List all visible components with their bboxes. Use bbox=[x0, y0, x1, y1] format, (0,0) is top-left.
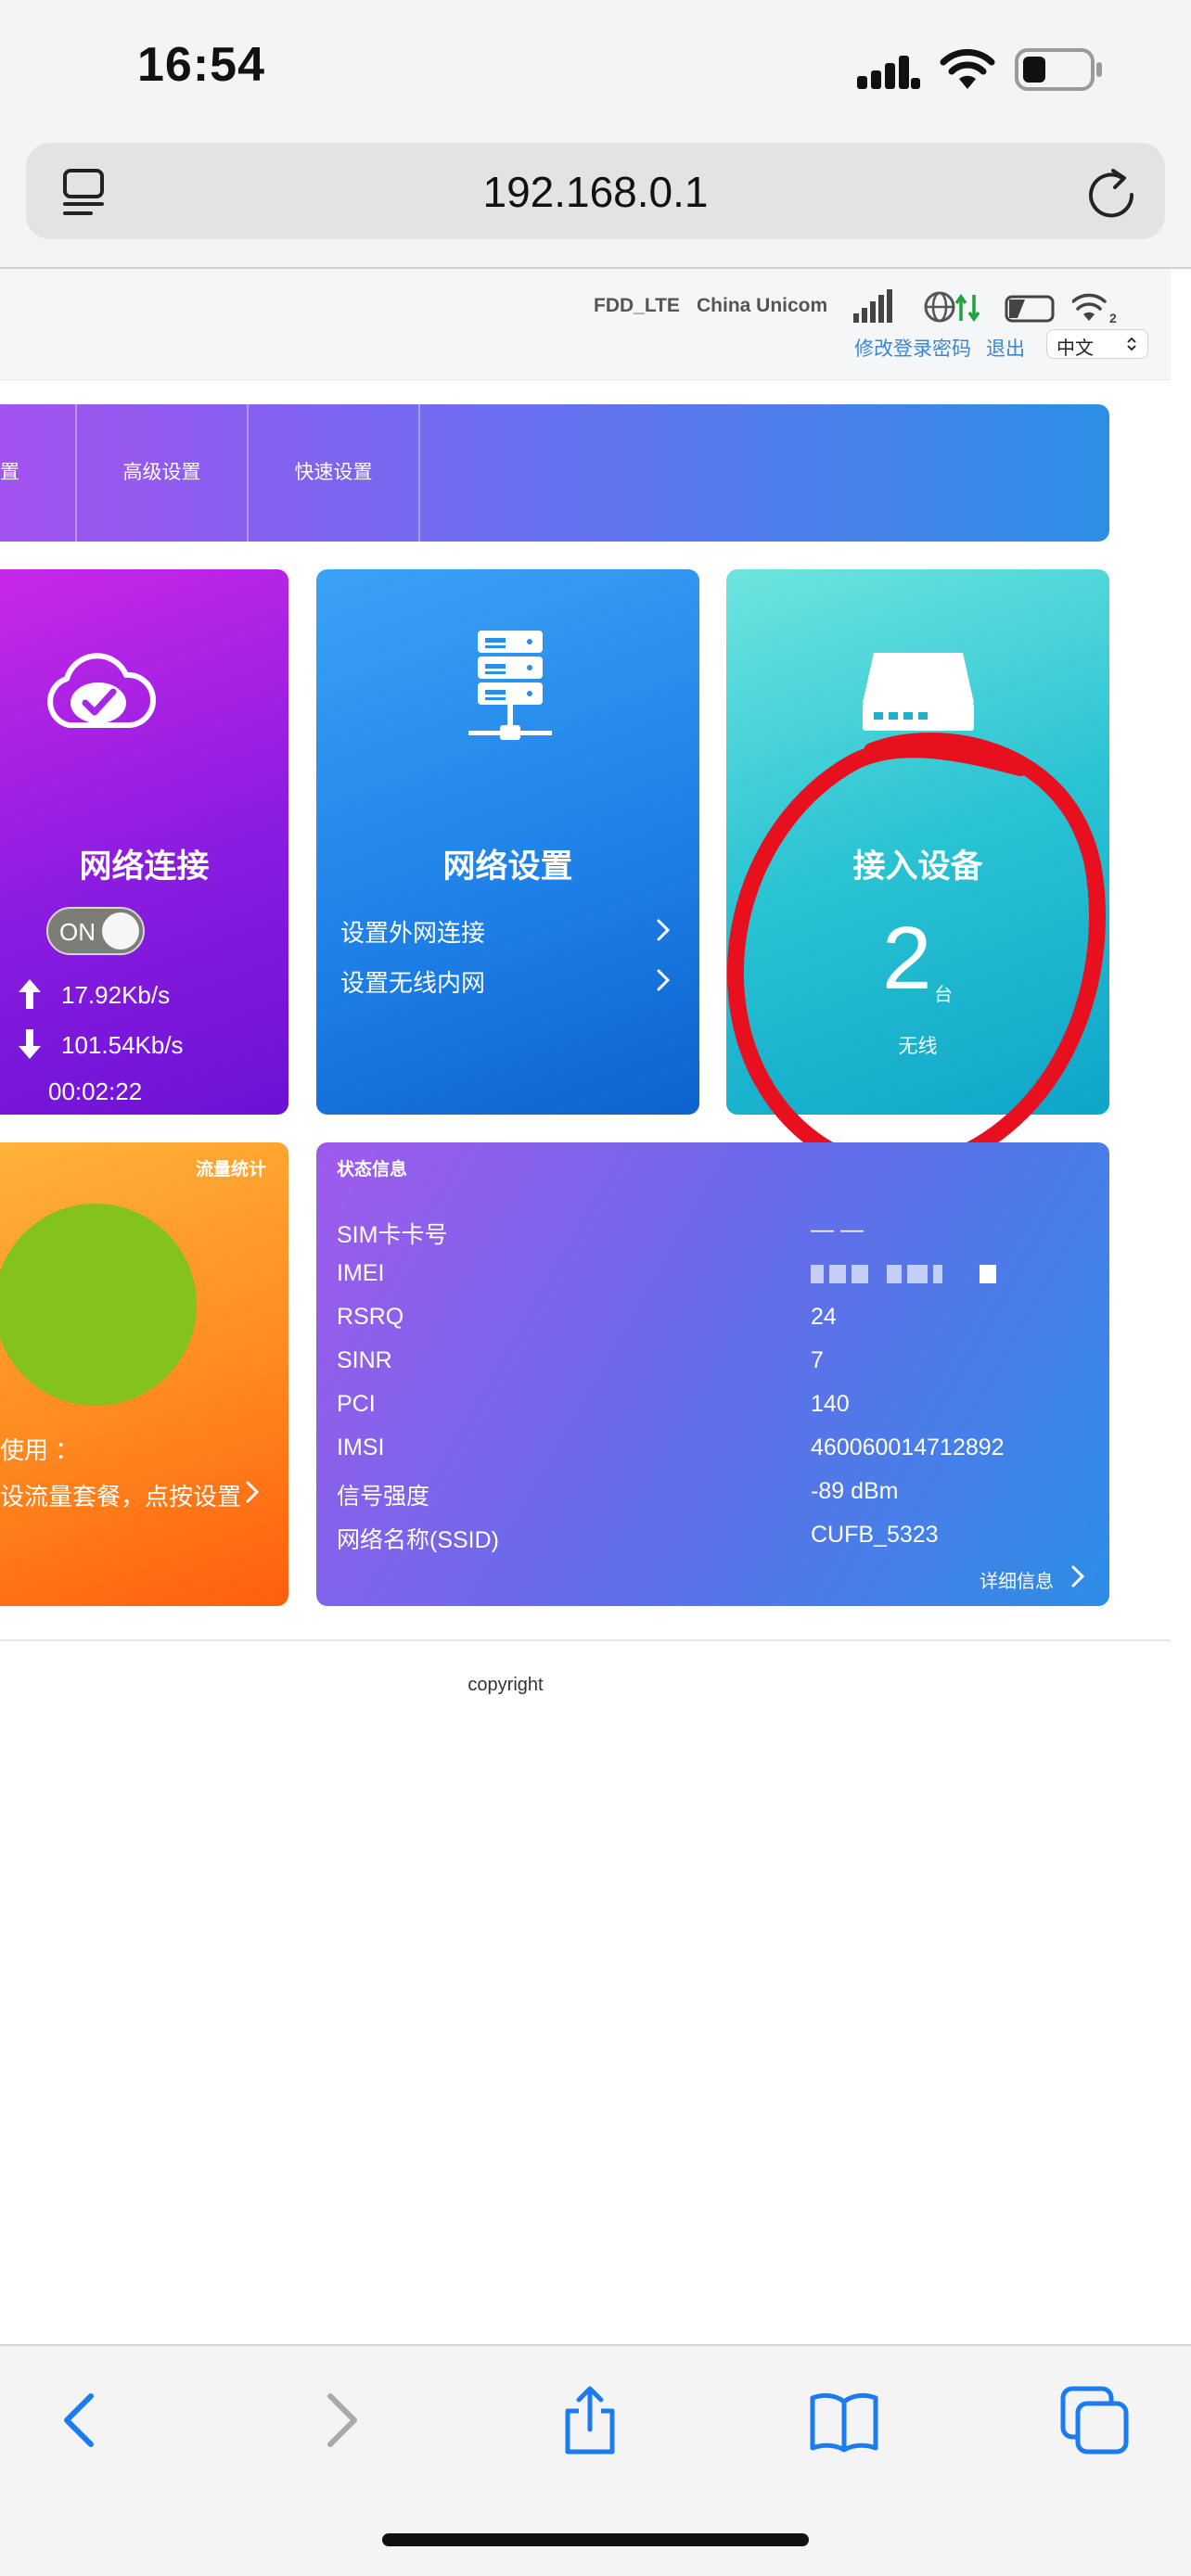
device-count: 2 bbox=[882, 909, 932, 1008]
status-row-sinr: SINR 7 bbox=[337, 1347, 1079, 1391]
url-text[interactable]: 192.168.0.1 bbox=[26, 167, 1165, 217]
chevron-right-icon[interactable] bbox=[245, 1480, 260, 1504]
wireless-lan-settings-label: 设置无线内网 bbox=[340, 969, 486, 997]
address-bar[interactable]: 192.168.0.1 bbox=[26, 143, 1165, 239]
traffic-usage-pie bbox=[0, 1204, 197, 1406]
chevron-right-icon bbox=[657, 919, 671, 941]
wan-settings-link[interactable]: 设置外网连接 bbox=[340, 914, 684, 949]
set-traffic-plan-link[interactable]: 设流量套餐，点按设置 bbox=[0, 1478, 241, 1512]
server-icon bbox=[468, 631, 552, 740]
home-indicator[interactable] bbox=[382, 2533, 809, 2546]
language-value: 中文 bbox=[1057, 338, 1094, 359]
status-key: IMEI bbox=[337, 1260, 385, 1286]
status-value: — — bbox=[811, 1217, 864, 1243]
router-icon bbox=[863, 653, 974, 731]
main-nav: 置 高级设置 快速设置 bbox=[0, 404, 1109, 542]
footer-divider bbox=[0, 1639, 1171, 1641]
battery-icon bbox=[1015, 48, 1102, 91]
status-key: SINR bbox=[337, 1347, 392, 1373]
copyright-text: copyright bbox=[467, 1675, 544, 1695]
status-key: PCI bbox=[337, 1391, 376, 1417]
status-row-sim: SIM卡卡号 — — bbox=[337, 1217, 1079, 1260]
status-info-card: 状态信息 SIM卡卡号 — — IMEI RSRQ 24 SINR 7 PCI … bbox=[316, 1142, 1109, 1606]
signal-bars-icon bbox=[853, 289, 892, 323]
download-arrow-icon bbox=[19, 1029, 41, 1059]
traffic-used-label: 使用 ： bbox=[0, 1436, 80, 1464]
status-key: RSRQ bbox=[337, 1304, 404, 1330]
status-value: -89 dBm bbox=[811, 1478, 899, 1504]
nav-item-quick-settings[interactable]: 快速设置 bbox=[249, 404, 420, 542]
bookmarks-icon[interactable] bbox=[807, 2383, 881, 2457]
status-table: SIM卡卡号 — — IMEI RSRQ 24 SINR 7 PCI 140 I… bbox=[337, 1217, 1079, 1565]
status-key: 网络名称(SSID) bbox=[337, 1527, 500, 1553]
change-password-link[interactable]: 修改登录密码 bbox=[854, 334, 971, 362]
imei-redacted bbox=[811, 1260, 1002, 1287]
browser-address-area: 192.168.0.1 bbox=[0, 130, 1191, 269]
status-value: 140 bbox=[811, 1391, 850, 1417]
toggle-label: ON bbox=[59, 918, 96, 946]
language-select[interactable]: 中文 bbox=[1046, 329, 1148, 359]
share-icon[interactable] bbox=[553, 2383, 627, 2457]
select-caret-icon bbox=[1127, 337, 1136, 351]
device-count-unit: 台 bbox=[934, 985, 953, 1005]
details-link-label: 详细信息 bbox=[980, 1572, 1054, 1592]
status-row-imsi: IMSI 460060014712892 bbox=[337, 1435, 1079, 1478]
wifi-icon bbox=[940, 48, 995, 89]
status-value: 7 bbox=[811, 1347, 824, 1373]
upload-rate: 17.92Kb/s bbox=[61, 981, 171, 1009]
devices-title: 接入设备 bbox=[852, 848, 983, 885]
network-mode: FDD_LTE bbox=[594, 295, 680, 316]
details-link[interactable]: 详细信息 bbox=[980, 1565, 1085, 1593]
nav-item-advanced-settings[interactable]: 高级设置 bbox=[77, 404, 249, 542]
status-row-ssid: 网络名称(SSID) CUFB_5323 bbox=[337, 1522, 1079, 1565]
nav-item-settings[interactable]: 置 bbox=[0, 404, 77, 542]
cellular-signal-icon bbox=[857, 56, 920, 89]
status-value: CUFB_5323 bbox=[811, 1522, 939, 1548]
status-row-rsrq: RSRQ 24 bbox=[337, 1304, 1079, 1347]
network-settings-card: 网络设置 设置外网连接 设置无线内网 bbox=[316, 569, 699, 1115]
chevron-right-icon bbox=[657, 969, 671, 991]
download-rate: 101.54Kb/s bbox=[61, 1031, 184, 1059]
upload-arrow-icon bbox=[19, 979, 41, 1009]
status-value: 24 bbox=[811, 1304, 837, 1330]
wifi-clients-icon: 2 bbox=[1072, 293, 1117, 325]
status-bar: 16:54 bbox=[0, 0, 1191, 130]
wireless-lan-settings-link[interactable]: 设置无线内网 bbox=[340, 964, 684, 999]
traffic-title: 流量统计 bbox=[195, 1160, 266, 1180]
status-row-imei: IMEI bbox=[337, 1260, 1079, 1304]
browser-toolbar bbox=[0, 2344, 1191, 2576]
traffic-stats-card: 流量统计 使用 ： 设流量套餐，点按设置 bbox=[0, 1142, 288, 1606]
wifi-clients-count: 2 bbox=[1109, 311, 1117, 325]
reload-icon[interactable] bbox=[1085, 165, 1137, 219]
back-icon[interactable] bbox=[45, 2383, 119, 2457]
sim-icon bbox=[1005, 295, 1055, 323]
status-time: 16:54 bbox=[137, 38, 265, 92]
status-key: SIM卡卡号 bbox=[337, 1222, 448, 1248]
connection-toggle[interactable]: ON bbox=[46, 907, 145, 955]
globe-data-icon bbox=[924, 291, 980, 323]
device-type: 无线 bbox=[898, 1036, 938, 1057]
connected-devices-card[interactable]: 接入设备 2 台 无线 bbox=[726, 569, 1109, 1115]
logout-link[interactable]: 退出 bbox=[986, 334, 1025, 362]
status-key: IMSI bbox=[337, 1435, 385, 1460]
connection-uptime: 00:02:22 bbox=[48, 1078, 143, 1105]
tabs-icon[interactable] bbox=[1057, 2383, 1132, 2457]
cloud-check-icon bbox=[47, 653, 156, 728]
status-row-signal-strength: 信号强度 -89 dBm bbox=[337, 1478, 1079, 1522]
forward-icon[interactable] bbox=[302, 2383, 377, 2457]
toggle-knob bbox=[102, 912, 139, 950]
carrier-name: China Unicom bbox=[697, 295, 828, 316]
status-row-pci: PCI 140 bbox=[337, 1391, 1079, 1435]
chevron-right-icon bbox=[1071, 1565, 1085, 1588]
network-connection-card: 网络连接 ON 17.92Kb/s 101.54Kb/s 00:02:22 bbox=[0, 569, 288, 1115]
status-value: 460060014712892 bbox=[811, 1435, 1005, 1460]
status-key: 信号强度 bbox=[337, 1484, 430, 1510]
wan-settings-label: 设置外网连接 bbox=[340, 919, 486, 947]
network-settings-title: 网络设置 bbox=[442, 848, 573, 885]
router-header: FDD_LTE China Unicom 2 修改登录密码 退出 中文 bbox=[0, 269, 1171, 380]
connection-title: 网络连接 bbox=[79, 848, 210, 885]
status-title: 状态信息 bbox=[337, 1160, 408, 1180]
